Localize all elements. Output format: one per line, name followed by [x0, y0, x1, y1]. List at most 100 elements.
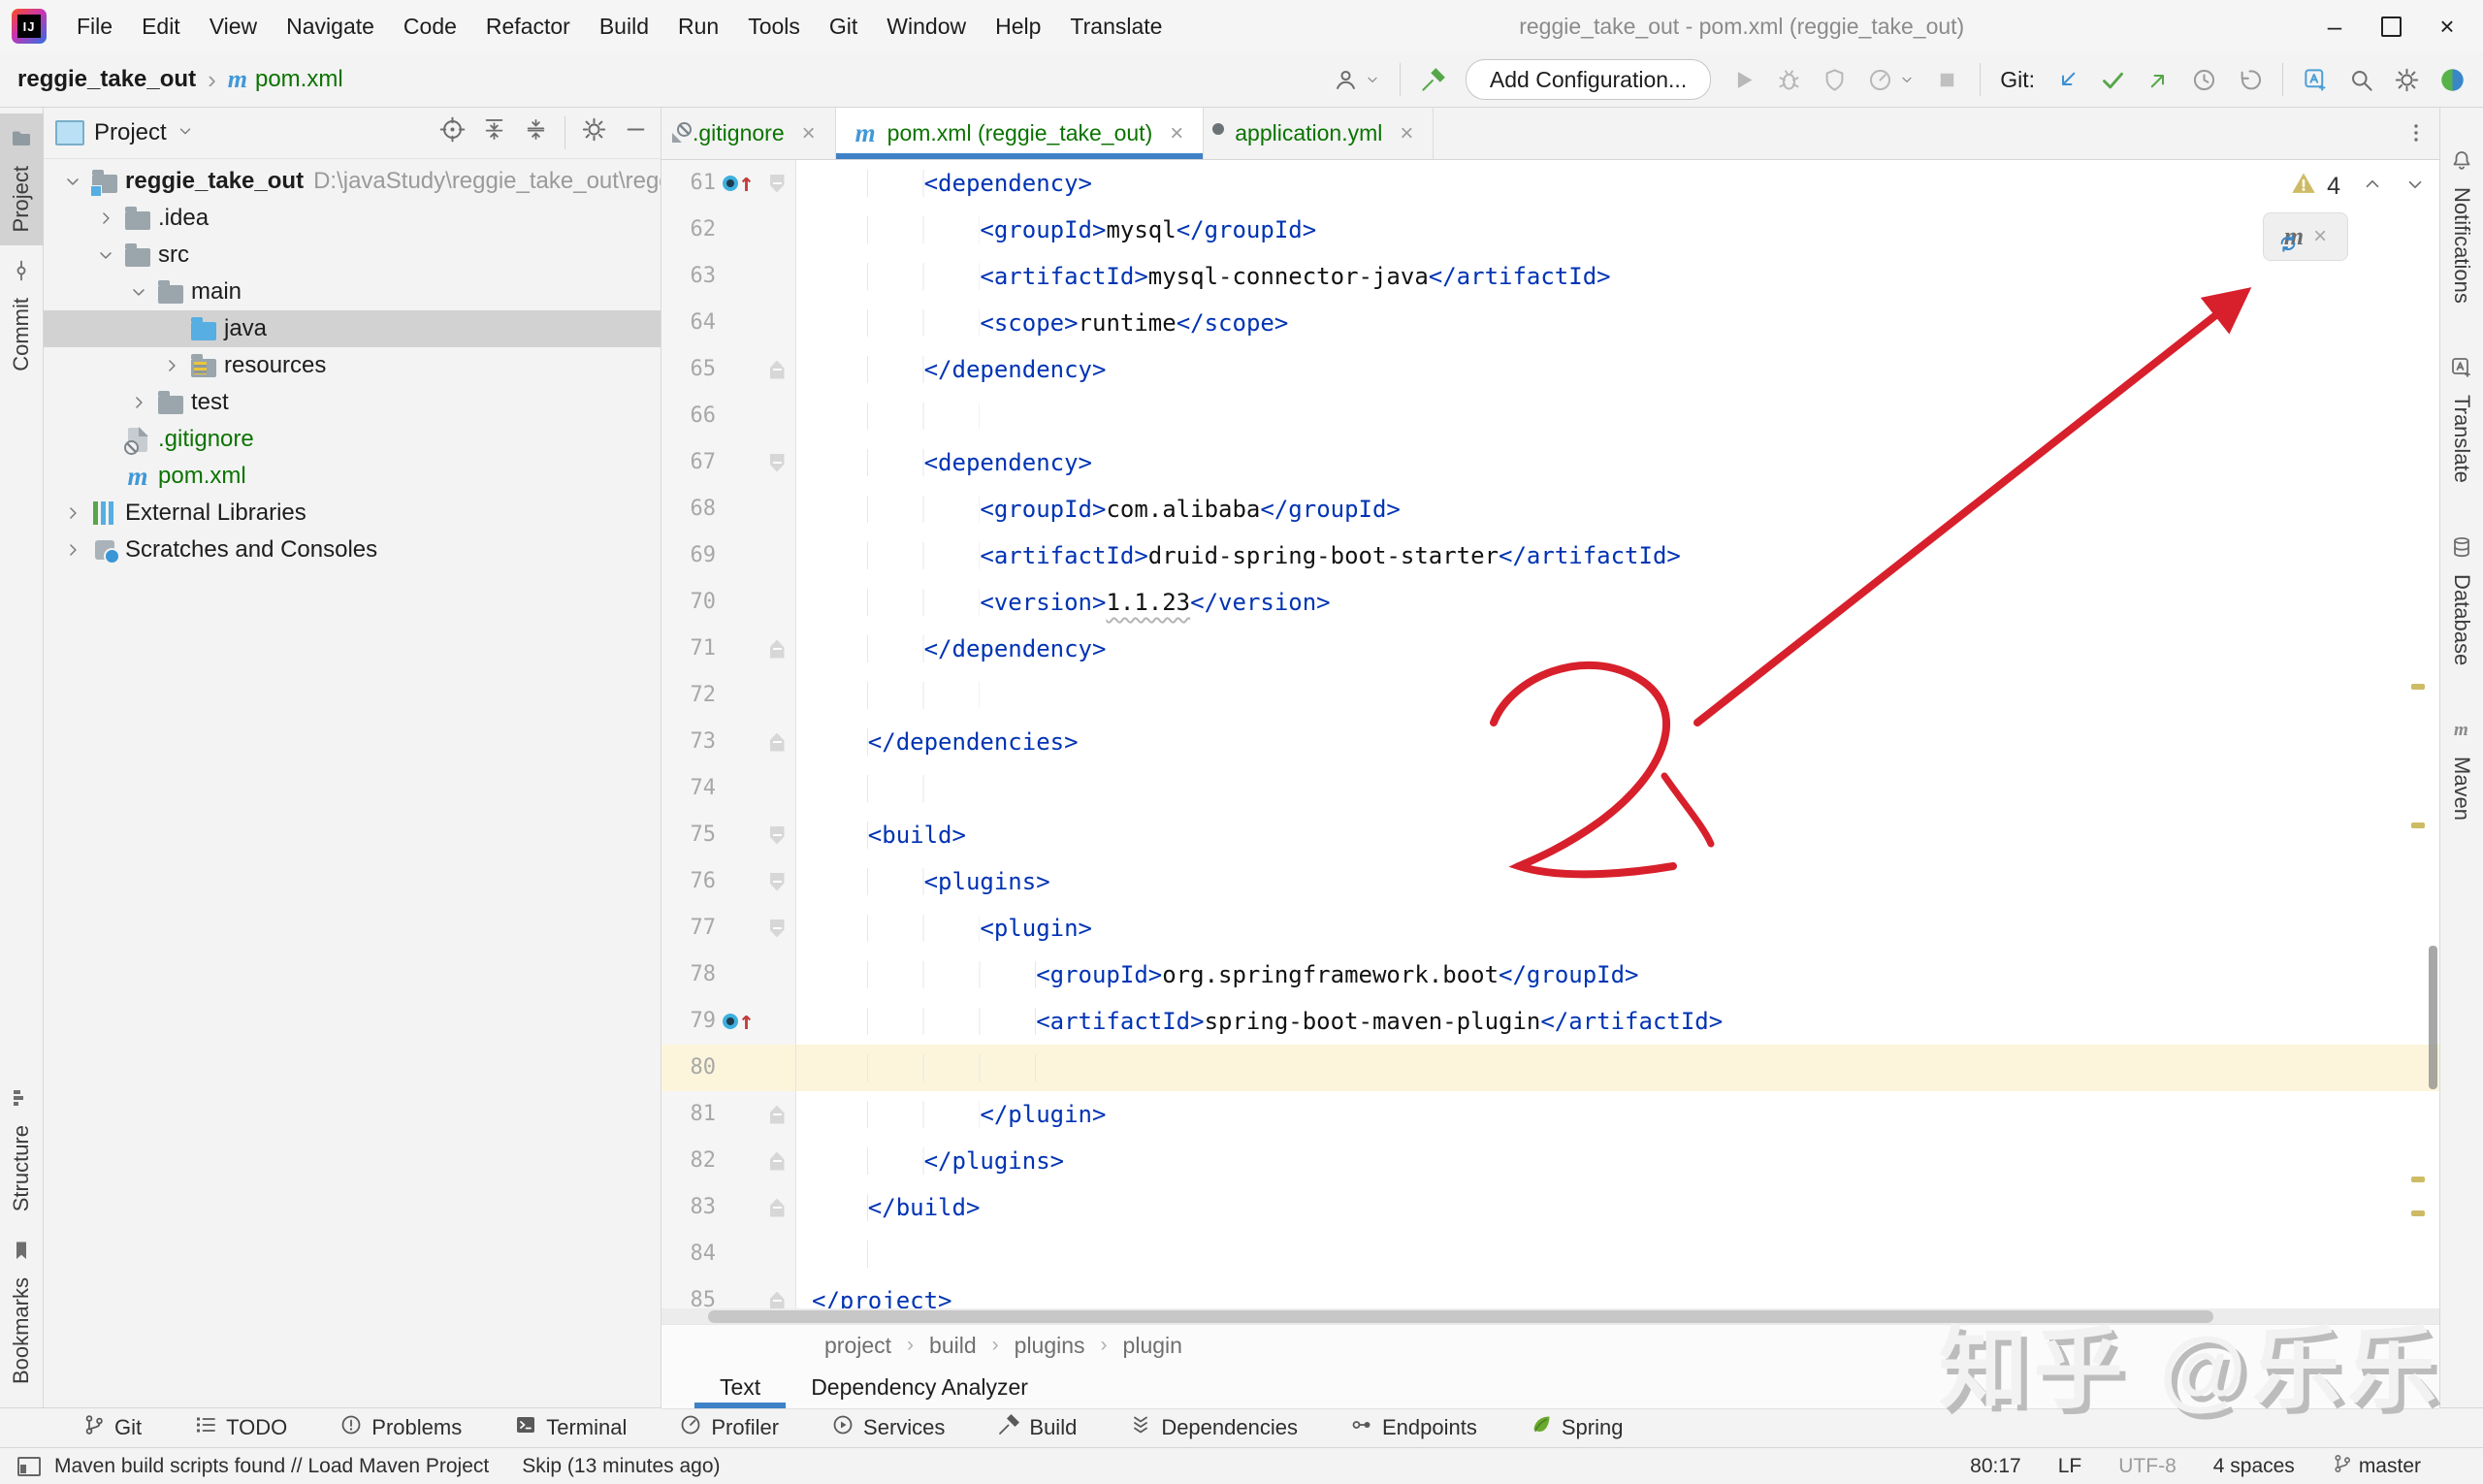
- chevron-down-icon[interactable]: [123, 282, 154, 302]
- tool-strip-item-commit[interactable]: Commit: [5, 245, 38, 385]
- toolwindow-button-endpoints[interactable]: Endpoints: [1324, 1408, 1503, 1447]
- fold-close-icon[interactable]: [770, 361, 785, 379]
- toolwindow-button-spring[interactable]: Spring: [1503, 1408, 1650, 1447]
- project-panel-title[interactable]: Project: [94, 119, 167, 146]
- code-line-69[interactable]: 69 <artifactId>druid-spring-boot-starter…: [661, 532, 2439, 579]
- add-configuration-button[interactable]: Add Configuration...: [1466, 59, 1711, 100]
- warning-icon[interactable]: [2290, 170, 2317, 204]
- fold-close-icon[interactable]: [770, 1152, 785, 1171]
- code-line-84[interactable]: 84: [661, 1231, 2439, 1277]
- git-rollback-button[interactable]: [2237, 67, 2263, 93]
- fold-close-icon[interactable]: [770, 1292, 785, 1310]
- tab-list-more-icon[interactable]: [2404, 121, 2428, 149]
- indent-setting[interactable]: 4 spaces: [2213, 1455, 2295, 1478]
- code-line-76[interactable]: 76 <plugins>: [661, 858, 2439, 905]
- code-line-81[interactable]: 81 </plugin>: [661, 1091, 2439, 1138]
- code-line-82[interactable]: 82 </plugins>: [661, 1138, 2439, 1184]
- search-everywhere-button[interactable]: [2348, 67, 2374, 93]
- fold-close-icon[interactable]: [770, 1106, 785, 1124]
- tool-strip-item-database[interactable]: Database: [2445, 522, 2478, 679]
- tool-strip-item-bookmarks[interactable]: Bookmarks: [5, 1225, 38, 1398]
- tool-strip-item-translate[interactable]: Translate: [2445, 342, 2478, 497]
- navigate-marker-icon[interactable]: [723, 1014, 738, 1029]
- menu-git[interactable]: Git: [815, 14, 872, 40]
- maximize-button[interactable]: [2363, 5, 2419, 48]
- chevron-right-icon[interactable]: [90, 209, 121, 228]
- tree-item-external-libraries[interactable]: External Libraries: [44, 495, 661, 532]
- run-button[interactable]: [1730, 67, 1757, 93]
- prev-warning-icon[interactable]: [2362, 172, 2383, 202]
- breadcrumb-file[interactable]: pom.xml: [255, 66, 343, 93]
- xml-breadcrumb-plugin[interactable]: plugin: [1123, 1333, 1182, 1359]
- toolwindow-button-todo[interactable]: TODO: [168, 1408, 313, 1447]
- fold-open-icon[interactable]: [770, 873, 785, 891]
- menu-translate[interactable]: Translate: [1055, 14, 1177, 40]
- code-line-73[interactable]: 73 </dependencies>: [661, 719, 2439, 765]
- tool-strip-item-maven[interactable]: mMaven: [2445, 704, 2478, 834]
- translate-button[interactable]: [2303, 67, 2329, 93]
- menu-run[interactable]: Run: [663, 14, 733, 40]
- code-line-61[interactable]: 61↑ <dependency>: [661, 160, 2439, 207]
- git-update-button[interactable]: [2054, 67, 2080, 93]
- fold-open-icon[interactable]: [770, 175, 785, 193]
- editor-tab-pom-xml-reggie-take-out[interactable]: mpom.xml (reggie_take_out)×: [836, 108, 1205, 159]
- user-avatar-icon[interactable]: [1333, 67, 1359, 93]
- tree-item-scratches-and-consoles[interactable]: Scratches and Consoles: [44, 532, 661, 568]
- git-history-button[interactable]: [2191, 67, 2217, 93]
- code-line-77[interactable]: 77 <plugin>: [661, 905, 2439, 952]
- code-line-83[interactable]: 83 </build>: [661, 1184, 2439, 1231]
- xml-breadcrumb-plugins[interactable]: plugins: [1015, 1333, 1085, 1359]
- chevron-right-icon[interactable]: [156, 356, 187, 375]
- toolwindow-button-git[interactable]: Git: [56, 1408, 168, 1447]
- menu-view[interactable]: View: [195, 14, 272, 40]
- toolwindow-button-problems[interactable]: Problems: [313, 1408, 488, 1447]
- warning-count[interactable]: 4: [2327, 173, 2340, 201]
- toolwindow-button-profiler[interactable]: Profiler: [653, 1408, 805, 1447]
- settings-gear-icon[interactable]: [2394, 67, 2420, 93]
- tool-strip-item-project[interactable]: Project: [0, 113, 47, 245]
- code-line-63[interactable]: 63 <artifactId>mysql-connector-java</art…: [661, 253, 2439, 300]
- project-view-dropdown-icon[interactable]: [177, 119, 194, 146]
- breadcrumb-project[interactable]: reggie_take_out: [17, 66, 196, 93]
- editor-view-tab-text[interactable]: Text: [694, 1366, 786, 1408]
- maven-reload-popup[interactable]: m ×: [2263, 212, 2348, 261]
- chevron-right-icon[interactable]: [57, 540, 88, 560]
- tree-item-pom-xml[interactable]: mpom.xml: [44, 458, 661, 495]
- toolwindow-button-terminal[interactable]: Terminal: [488, 1408, 653, 1447]
- code-line-75[interactable]: 75 <build>: [661, 812, 2439, 858]
- code-line-64[interactable]: 64 <scope>runtime</scope>: [661, 300, 2439, 346]
- menu-window[interactable]: Window: [872, 14, 981, 40]
- stop-button[interactable]: [1934, 67, 1960, 93]
- tab-close-icon[interactable]: ×: [1400, 120, 1413, 147]
- tree-item-gitignore[interactable]: .gitignore: [44, 421, 661, 458]
- xml-breadcrumb-build[interactable]: build: [929, 1333, 977, 1359]
- chevron-right-icon[interactable]: [57, 503, 88, 523]
- status-skip-link[interactable]: Skip (13 minutes ago): [522, 1455, 720, 1478]
- fold-open-icon[interactable]: [770, 454, 785, 472]
- warning-stripe-mark[interactable]: [2411, 823, 2425, 828]
- menu-navigate[interactable]: Navigate: [272, 14, 389, 40]
- code-line-68[interactable]: 68 <groupId>com.alibaba</groupId>: [661, 486, 2439, 532]
- chevron-right-icon[interactable]: [123, 393, 154, 412]
- tree-item-src[interactable]: src: [44, 237, 661, 274]
- minimize-button[interactable]: –: [2306, 5, 2363, 48]
- profiler-button[interactable]: [1867, 67, 1893, 93]
- menu-file[interactable]: File: [62, 14, 127, 40]
- status-message[interactable]: Maven build scripts found // Load Maven …: [54, 1455, 489, 1478]
- next-warning-icon[interactable]: [2404, 172, 2426, 202]
- profiler-dropdown-icon[interactable]: [1899, 72, 1915, 87]
- git-commit-button[interactable]: [2100, 67, 2126, 93]
- code-editor[interactable]: 61↑ <dependency>62 <groupId>mysql</group…: [661, 160, 2439, 1324]
- code-line-62[interactable]: 62 <groupId>mysql</groupId>: [661, 207, 2439, 253]
- popup-close-icon[interactable]: ×: [2313, 223, 2327, 250]
- code-line-65[interactable]: 65 </dependency>: [661, 346, 2439, 393]
- code-line-80[interactable]: 80: [661, 1045, 2439, 1091]
- build-hammer-icon[interactable]: [1420, 67, 1446, 93]
- fold-open-icon[interactable]: [770, 826, 785, 845]
- code-line-78[interactable]: 78 <groupId>org.springframework.boot</gr…: [661, 952, 2439, 998]
- warning-stripe-mark[interactable]: [2411, 1210, 2425, 1216]
- avatar-dropdown-icon[interactable]: [1365, 72, 1380, 87]
- menu-refactor[interactable]: Refactor: [471, 14, 585, 40]
- tool-strip-item-structure[interactable]: Structure: [5, 1073, 38, 1225]
- git-push-button[interactable]: [2145, 67, 2172, 93]
